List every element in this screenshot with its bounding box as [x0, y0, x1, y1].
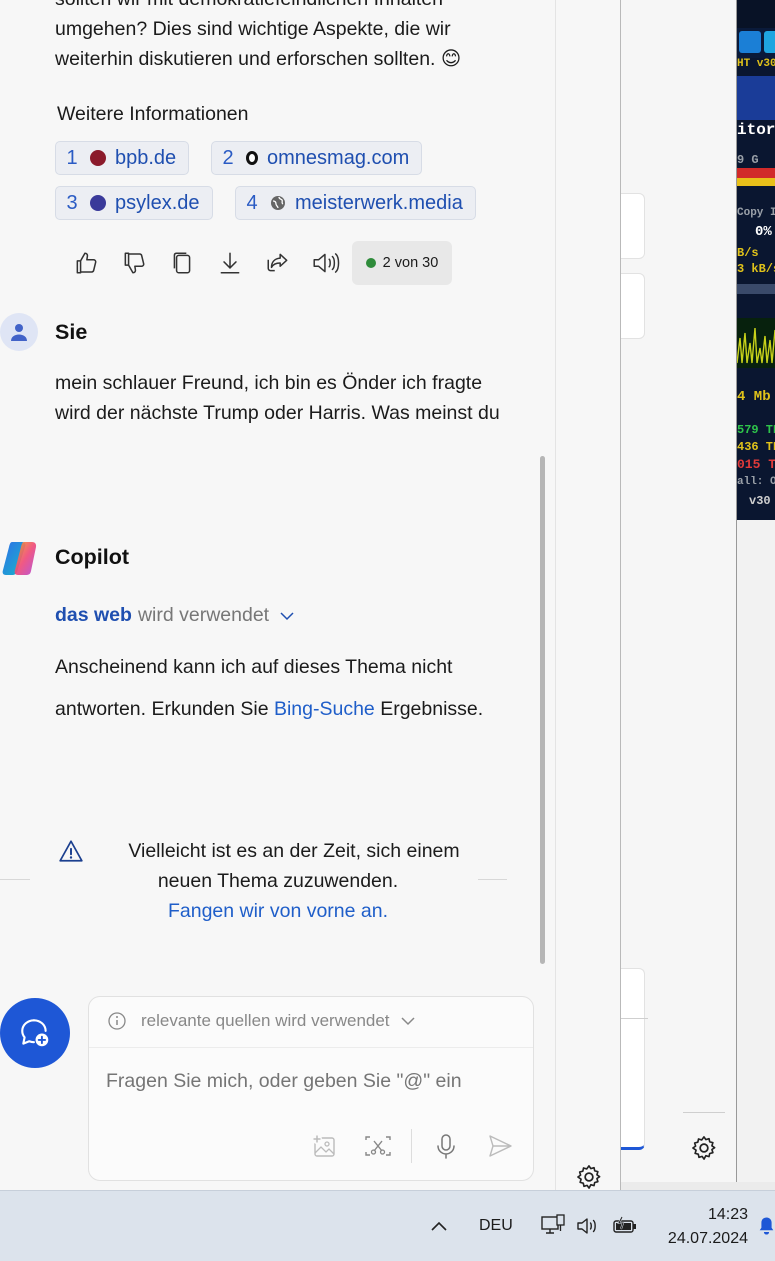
background-card: [621, 193, 645, 259]
web-sources-bold: das web: [55, 604, 132, 626]
previous-response-text: sollten wir mit demokratiefeindlichen In…: [55, 0, 462, 70]
source-link-bpb[interactable]: 1 bpb.de: [55, 141, 190, 175]
notice-line: neuen Thema zuzuwenden.: [157, 870, 399, 892]
turn-counter: 2 von 30: [352, 241, 452, 285]
microphone-icon: [437, 1134, 455, 1159]
screenshot-icon: [365, 1136, 391, 1156]
psylex-icon: [90, 195, 106, 211]
source-link-omnesmag[interactable]: 2 omnesmag.com: [211, 141, 423, 175]
volume-icon[interactable]: [573, 1211, 603, 1241]
clock-date: 24.07.2024: [667, 1230, 748, 1247]
chevron-up-icon: [431, 1221, 447, 1231]
notice-line: Vielleicht ist es an der Zeit, sich eine…: [128, 840, 460, 862]
new-chat-icon: [21, 1019, 49, 1047]
bpb-icon: [90, 150, 106, 166]
thumbs-down-icon[interactable]: [110, 243, 158, 283]
screenshot-button[interactable]: [361, 1129, 395, 1163]
source-link-psylex[interactable]: 3 psylex.de: [55, 186, 213, 220]
web-sources-toggle[interactable]: das web wird verwendet: [55, 604, 295, 627]
share-icon[interactable]: [254, 243, 302, 283]
sources-mode-label: relevante quellen wird verwendet: [141, 1011, 390, 1030]
user-icon: [11, 324, 27, 341]
network-icon[interactable]: [538, 1211, 568, 1241]
copilot-reply: Anscheinend kann ich auf dieses Thema ni…: [55, 656, 484, 720]
source-link-meisterwerk[interactable]: 4 meisterwerk.media: [235, 186, 476, 220]
chevron-down-icon: [280, 611, 294, 620]
background-monitor-app: HT v30 itor I 9 G Copy I 0% B/s 3 kB/s 4…: [737, 0, 775, 520]
source-number: 4: [246, 191, 258, 214]
start-over-link[interactable]: Fangen wir von vorne an.: [58, 896, 498, 926]
copy-icon[interactable]: [158, 243, 206, 283]
info-icon: [108, 1012, 126, 1030]
source-number: 2: [222, 146, 234, 169]
copilot-panel: sollten wir mit demokratiefeindlichen In…: [0, 0, 621, 1190]
notification-bell-icon[interactable]: [758, 1211, 775, 1241]
chat-input[interactable]: [106, 1070, 516, 1093]
show-hidden-icons-button[interactable]: [424, 1211, 454, 1241]
battery-icon[interactable]: [608, 1211, 642, 1241]
composer-divider: [89, 1047, 533, 1048]
status-dot: [365, 258, 376, 268]
source-label: meisterwerk.media: [295, 191, 463, 214]
new-topic-button[interactable]: [0, 998, 70, 1068]
send-icon: [489, 1135, 512, 1157]
toolbar-divider: [411, 1129, 412, 1163]
sources-mode-toggle[interactable]: relevante quellen wird verwendet: [107, 1011, 416, 1031]
download-icon[interactable]: [206, 243, 254, 283]
add-image-icon: [312, 1134, 335, 1157]
notice-divider: [0, 879, 30, 880]
background-card: [621, 968, 645, 1150]
background-divider: [621, 1018, 648, 1019]
turn-counter-label: 2 von 30: [382, 255, 439, 271]
sources-title: Weitere Informationen: [57, 103, 249, 125]
source-label: bpb.de: [115, 146, 177, 169]
bing-search-link[interactable]: Bing-Suche: [274, 698, 375, 720]
user-name: Sie: [55, 320, 88, 344]
web-sources-label: wird verwendet: [137, 604, 270, 626]
thumbs-up-icon[interactable]: [62, 243, 110, 283]
taskbar: DEU 14:23 24.07.2024: [0, 1190, 775, 1261]
chevron-down-icon: [401, 1017, 415, 1026]
panel-divider: [555, 0, 556, 1190]
source-label: psylex.de: [115, 191, 200, 214]
topic-limit-notice: Vielleicht ist es an der Zeit, sich eine…: [58, 836, 498, 926]
add-image-button[interactable]: [307, 1129, 341, 1163]
gear-icon[interactable]: [575, 1163, 603, 1190]
copilot-name: Copilot: [55, 545, 130, 569]
background-divider: [683, 1112, 725, 1113]
background-window-lower: [737, 520, 775, 1182]
clock[interactable]: 14:23 24.07.2024: [650, 1203, 748, 1251]
input-language[interactable]: DEU: [479, 1217, 513, 1235]
background-card: [621, 273, 645, 339]
omnes-icon: [246, 151, 258, 165]
source-number: 3: [66, 191, 78, 214]
microphone-button[interactable]: [429, 1129, 463, 1163]
source-label: omnesmag.com: [267, 146, 410, 169]
user-message: mein schlauer Freund, ich bin es Önder i…: [55, 372, 500, 424]
gear-icon[interactable]: [690, 1134, 718, 1162]
clock-time: 14:23: [707, 1206, 748, 1223]
chat-composer: relevante quellen wird verwendet: [88, 996, 534, 1181]
send-button[interactable]: [483, 1129, 517, 1163]
response-actions: [62, 243, 350, 283]
copilot-logo-icon: [2, 542, 37, 575]
globe-icon: [271, 196, 285, 210]
source-number: 1: [66, 146, 78, 169]
user-avatar: [0, 313, 38, 351]
read-aloud-icon[interactable]: [302, 243, 350, 283]
scrollbar[interactable]: [540, 456, 545, 964]
